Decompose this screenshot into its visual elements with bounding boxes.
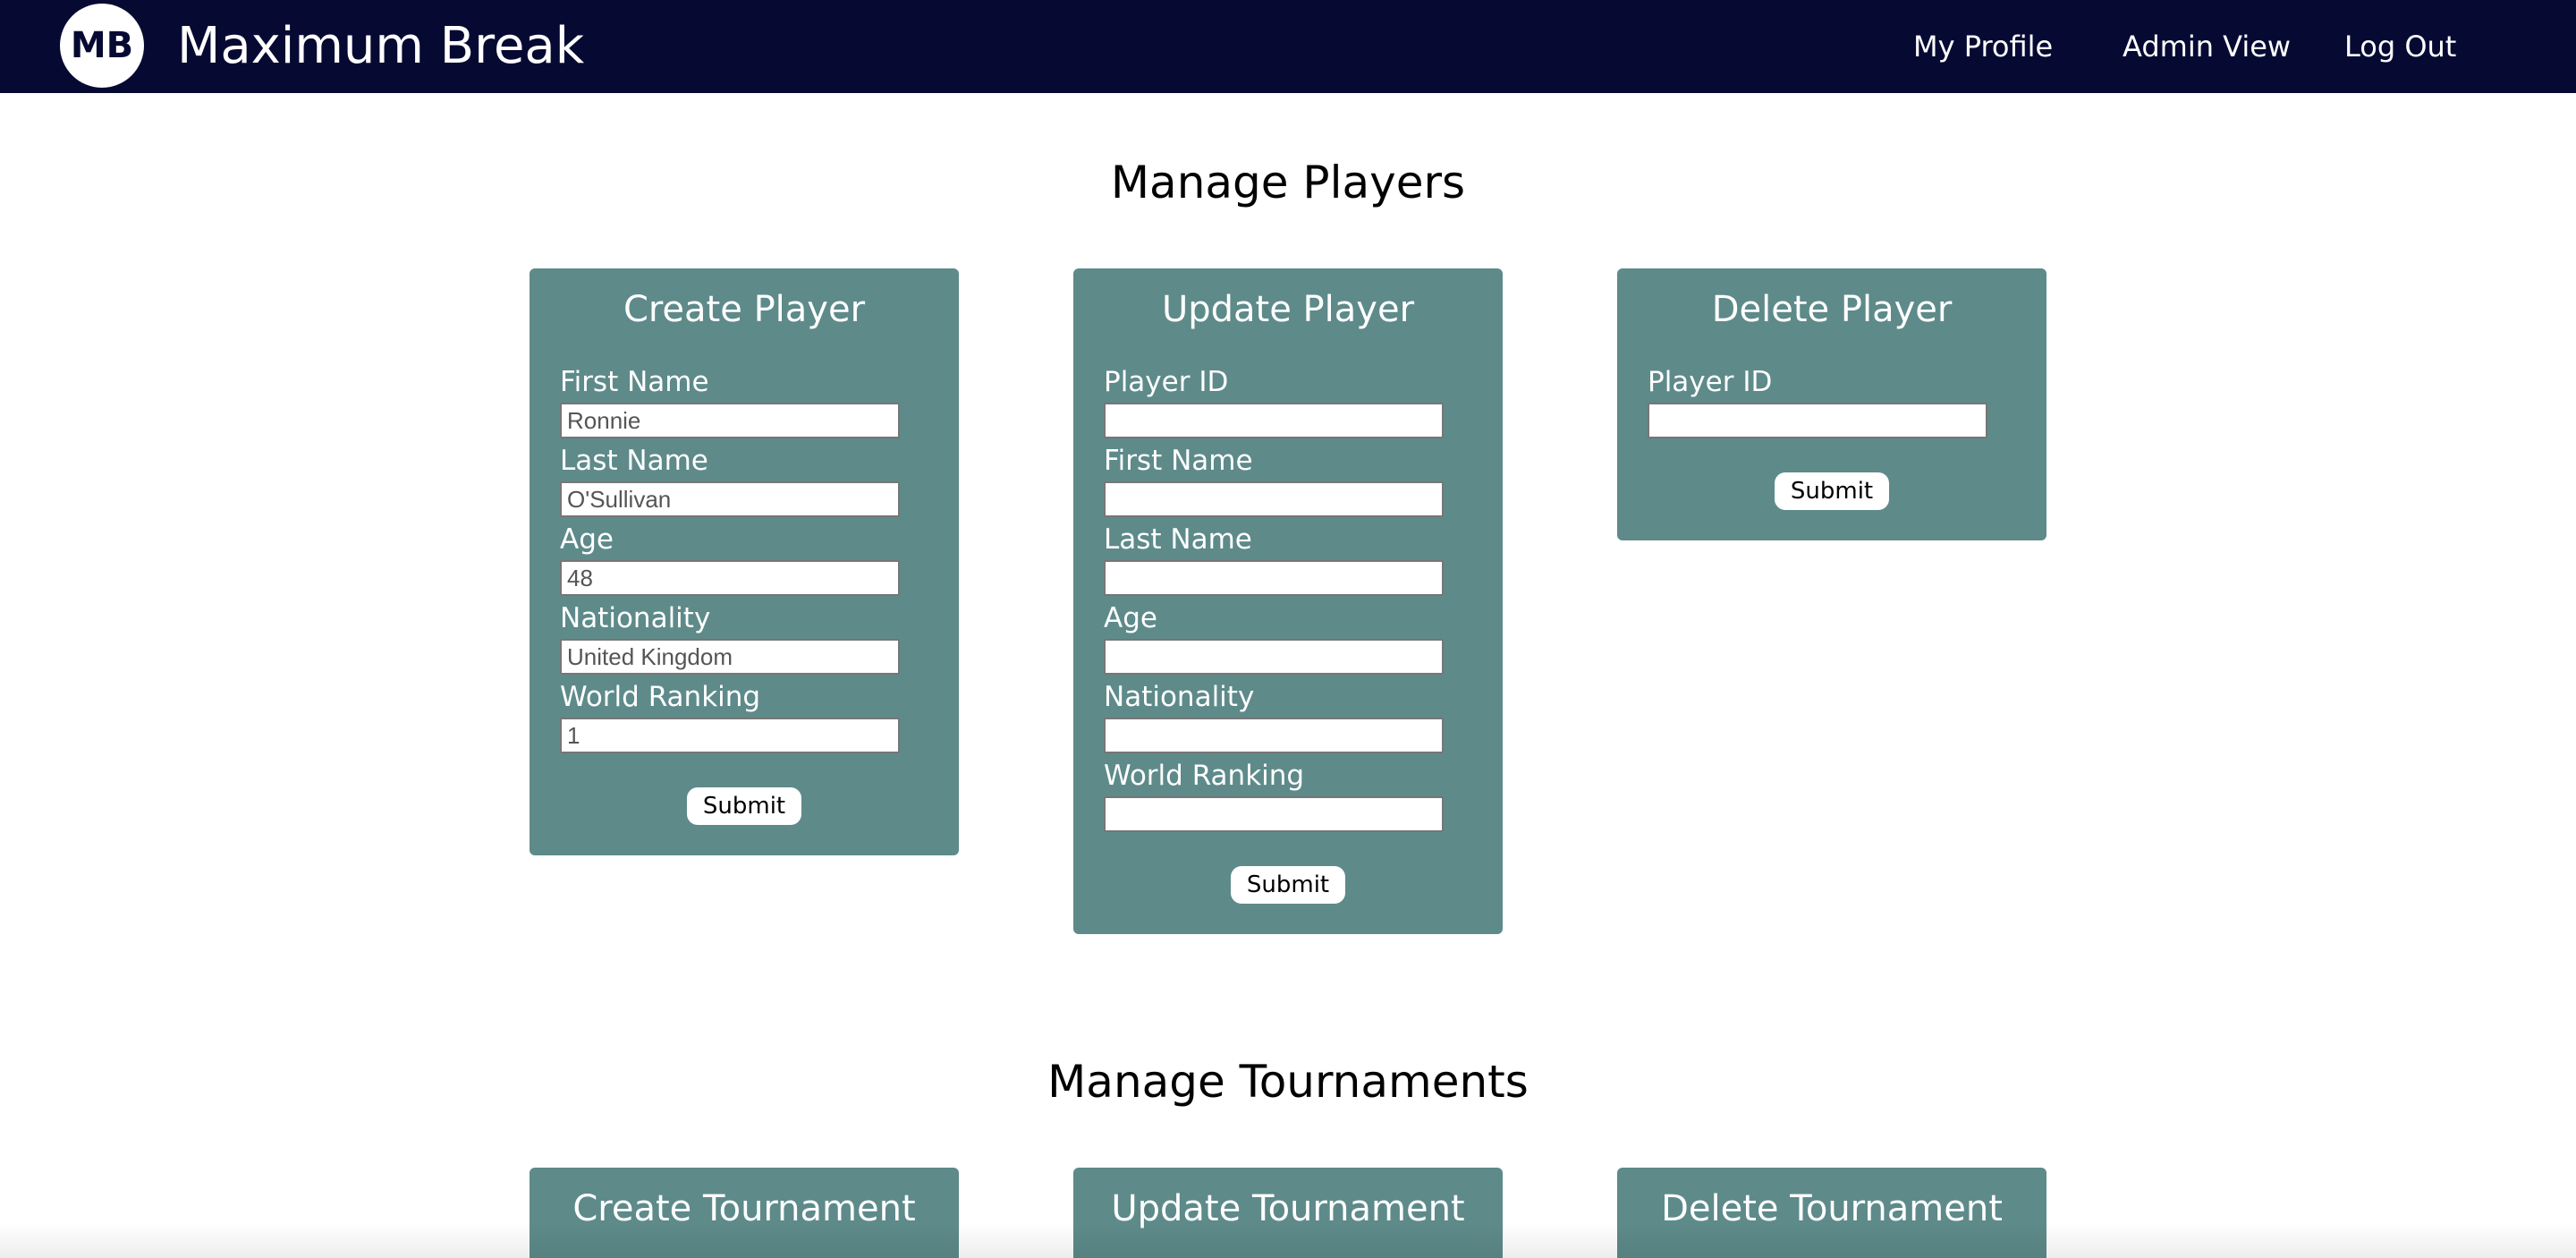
delete-player-id-input[interactable] (1648, 403, 1987, 438)
update-age-input[interactable] (1104, 639, 1444, 675)
update-age-label: Age (1104, 602, 1157, 634)
create-player-submit-button[interactable]: Submit (687, 787, 801, 825)
update-player-submit-button[interactable]: Submit (1231, 866, 1345, 904)
create-player-title: Create Player (623, 289, 866, 330)
create-nationality-label: Nationality (560, 602, 711, 634)
update-world-ranking-input[interactable] (1104, 796, 1444, 832)
create-player-card: Create Player First Name Last Name Age N… (530, 268, 959, 855)
delete-player-card: Delete Player Player ID Submit (1617, 268, 2046, 540)
create-tournament-title: Create Tournament (572, 1188, 916, 1229)
create-first-name-label: First Name (560, 366, 709, 398)
delete-player-title: Delete Player (1711, 289, 1953, 330)
update-tournament-card: Update Tournament (1073, 1168, 1503, 1258)
create-world-ranking-input[interactable] (560, 718, 900, 753)
update-player-id-input[interactable] (1104, 403, 1444, 438)
nav-log-out[interactable]: Log Out (2344, 27, 2456, 66)
create-tournament-card: Create Tournament (530, 1168, 959, 1258)
update-last-name-label: Last Name (1104, 523, 1252, 556)
update-nationality-input[interactable] (1104, 718, 1444, 753)
create-first-name-input[interactable] (560, 403, 900, 438)
nav-my-profile[interactable]: My Profile (1913, 27, 2053, 66)
create-age-input[interactable] (560, 560, 900, 596)
top-navbar: MB Maximum Break My Profile Admin View L… (0, 0, 2576, 93)
logo-text: MB (70, 25, 134, 66)
create-world-ranking-label: World Ranking (560, 681, 761, 713)
update-player-title: Update Player (1161, 289, 1415, 330)
create-age-label: Age (560, 523, 614, 556)
manage-tournaments-heading: Manage Tournaments (1047, 1056, 1529, 1108)
manage-players-heading: Manage Players (1110, 157, 1466, 208)
create-last-name-input[interactable] (560, 481, 900, 517)
update-tournament-title: Update Tournament (1111, 1188, 1465, 1229)
brand-name[interactable]: Maximum Break (177, 13, 584, 81)
update-last-name-input[interactable] (1104, 560, 1444, 596)
logo[interactable]: MB (60, 4, 144, 88)
nav-admin-view[interactable]: Admin View (2123, 27, 2291, 66)
update-player-card: Update Player Player ID First Name Last … (1073, 268, 1503, 934)
update-nationality-label: Nationality (1104, 681, 1255, 713)
delete-tournament-card: Delete Tournament (1617, 1168, 2046, 1258)
update-world-ranking-label: World Ranking (1104, 760, 1305, 792)
create-last-name-label: Last Name (560, 445, 708, 477)
update-first-name-label: First Name (1104, 445, 1253, 477)
delete-player-submit-button[interactable]: Submit (1775, 472, 1889, 510)
update-first-name-input[interactable] (1104, 481, 1444, 517)
delete-player-id-label: Player ID (1648, 366, 1773, 398)
delete-tournament-title: Delete Tournament (1661, 1188, 2003, 1229)
update-player-id-label: Player ID (1104, 366, 1229, 398)
create-nationality-input[interactable] (560, 639, 900, 675)
